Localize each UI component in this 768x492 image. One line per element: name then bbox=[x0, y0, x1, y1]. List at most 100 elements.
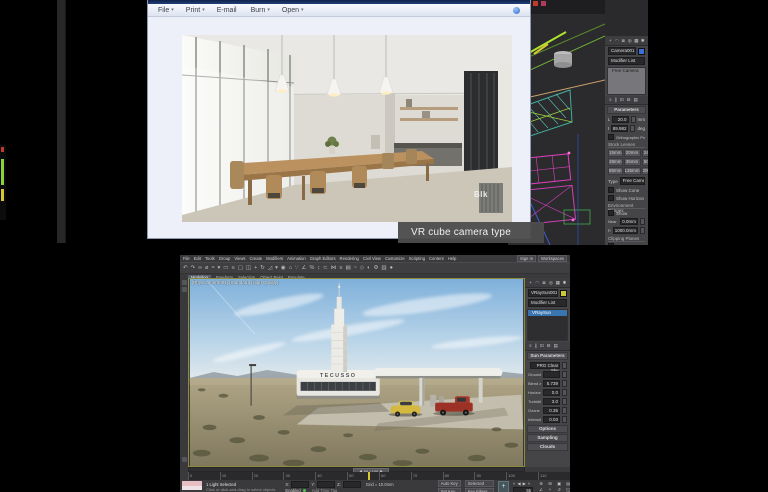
parameter-value[interactable]: 3.0 bbox=[543, 398, 560, 405]
parameter-spinner[interactable] bbox=[562, 362, 567, 369]
undo-icon[interactable]: ↶ bbox=[183, 264, 188, 273]
motion-tab-icon[interactable]: ◎ bbox=[628, 38, 633, 43]
pin-stack-icon[interactable]: ≡ bbox=[529, 343, 532, 349]
material-editor-icon[interactable]: ◐ bbox=[367, 264, 370, 273]
zoom-extents-icon[interactable]: ▣ bbox=[555, 481, 563, 486]
window-control-icon[interactable] bbox=[541, 1, 546, 6]
hierarchy-tab-icon[interactable]: ≣ bbox=[621, 38, 626, 43]
modify-tab-icon[interactable]: ◠ bbox=[615, 38, 620, 43]
ref-coord-dropdown[interactable]: ▾ bbox=[275, 264, 278, 273]
show-cone-checkbox[interactable] bbox=[608, 187, 614, 193]
configure-modifier-sets-icon[interactable]: ▤ bbox=[553, 343, 557, 349]
stock-lenses-grid[interactable]: 15mm20mm24mm 28mm35mm50mm 85mm135mm200mm bbox=[605, 148, 648, 176]
stock-lens-button[interactable]: 20mm bbox=[623, 149, 641, 157]
rect-selection-icon[interactable]: ▢ bbox=[238, 264, 243, 273]
parameter-spinner[interactable] bbox=[562, 380, 567, 387]
y-field[interactable] bbox=[317, 481, 336, 488]
utilities-tab-icon[interactable]: ✱ bbox=[562, 280, 567, 285]
viewer-menu-item[interactable]: File ▾ bbox=[158, 7, 174, 14]
menu-item[interactable]: Modifiers bbox=[266, 256, 283, 261]
clip-manually-checkbox[interactable] bbox=[608, 243, 614, 245]
modifier-list-dropdown[interactable]: Modifier List bbox=[608, 57, 645, 65]
z-field[interactable] bbox=[342, 481, 361, 488]
create-key-button[interactable]: + bbox=[498, 481, 509, 492]
remove-modifier-icon[interactable]: ⊟ bbox=[627, 97, 631, 103]
go-to-end-icon[interactable]: » bbox=[528, 481, 530, 486]
make-unique-icon[interactable]: ⊡ bbox=[540, 343, 544, 349]
menu-item[interactable]: Customize bbox=[385, 256, 405, 261]
menu-item[interactable]: File bbox=[183, 256, 190, 261]
menu-item[interactable]: Rendering bbox=[340, 256, 359, 261]
parameter-value[interactable]: PRG Clear Sky bbox=[530, 362, 561, 373]
pin-stack-icon[interactable]: ≡ bbox=[609, 97, 612, 103]
stock-lens-button[interactable]: 35mm bbox=[623, 158, 641, 166]
scene-explorer-icon[interactable]: ▤ bbox=[345, 264, 350, 273]
curve-editor-icon[interactable]: ~ bbox=[354, 264, 357, 273]
orthographic-checkbox[interactable] bbox=[608, 134, 614, 140]
use-pivot-icon[interactable]: ◉ bbox=[281, 264, 286, 273]
parameter-value[interactable]: 0.03 bbox=[543, 416, 560, 423]
redo-icon[interactable]: ↷ bbox=[191, 264, 196, 273]
window-crossing-icon[interactable]: ◫ bbox=[246, 264, 251, 273]
parameter-spinner[interactable] bbox=[562, 416, 567, 423]
object-color-swatch[interactable] bbox=[638, 47, 645, 55]
selected-filter-dropdown[interactable]: Selected bbox=[464, 479, 494, 487]
object-name-field[interactable]: Camera001 bbox=[608, 47, 636, 55]
viewport-label[interactable]: [PhysCamera001] [Standard] [High Quality… bbox=[192, 280, 278, 285]
workspace-dropdown[interactable]: Workspaces bbox=[538, 255, 567, 262]
snap-toggle-icon[interactable]: ∵ bbox=[295, 264, 299, 273]
remove-modifier-icon[interactable]: ⊟ bbox=[547, 343, 551, 349]
menu-item[interactable]: Views bbox=[234, 256, 245, 261]
modifier-list-dropdown[interactable]: Modifier List bbox=[528, 299, 567, 307]
select-place-icon[interactable]: ⌂ bbox=[289, 264, 292, 273]
show-end-result-icon[interactable]: ∥ bbox=[615, 97, 617, 103]
menu-item[interactable]: Graph Editors bbox=[310, 256, 336, 261]
select-rotate-icon[interactable]: ↻ bbox=[260, 264, 265, 273]
lens-value[interactable]: 20.0 bbox=[611, 116, 629, 123]
parameter-spinner[interactable] bbox=[562, 407, 567, 414]
viewer-menu-item[interactable]: Open ▾ bbox=[282, 7, 304, 14]
zoom-all-icon[interactable]: ⊞ bbox=[546, 481, 554, 486]
select-by-name-icon[interactable]: ≡ bbox=[231, 264, 234, 273]
auto-key-button[interactable]: Auto Key bbox=[437, 479, 461, 487]
parameter-value[interactable]: 5.739 bbox=[543, 380, 560, 387]
create-tab-icon[interactable]: + bbox=[608, 38, 613, 43]
viewer-menu-item[interactable]: Print ▾ bbox=[186, 7, 205, 14]
object-name-field[interactable]: VRaySun001 bbox=[528, 289, 558, 297]
viewer-menu-item[interactable]: Burn ▾ bbox=[251, 7, 270, 14]
x-field[interactable] bbox=[291, 481, 310, 488]
configure-modifier-sets-icon[interactable]: ▤ bbox=[633, 97, 637, 103]
play-icon[interactable]: ▶ bbox=[523, 481, 526, 486]
render-setup-icon[interactable]: ⚙ bbox=[373, 264, 378, 273]
add-time-tag[interactable]: Add Time Tag bbox=[312, 488, 338, 492]
spinner-snap-icon[interactable]: ↕ bbox=[317, 264, 320, 273]
collapsed-rollout[interactable]: Options bbox=[527, 425, 568, 433]
stock-lens-button[interactable]: 85mm bbox=[608, 167, 623, 175]
maximize-viewport-icon[interactable]: ◱ bbox=[564, 487, 570, 492]
display-tab-icon[interactable]: ▦ bbox=[634, 38, 639, 43]
create-tab-icon[interactable]: + bbox=[528, 280, 533, 285]
hierarchy-tab-icon[interactable]: ≣ bbox=[542, 280, 547, 285]
render-icon[interactable]: ● bbox=[390, 264, 393, 273]
far-range-value[interactable]: 1000.0mm bbox=[612, 227, 638, 234]
parameter-value[interactable] bbox=[543, 371, 560, 378]
near-range-spinner[interactable] bbox=[640, 218, 645, 225]
fov-value[interactable]: 89.982 bbox=[610, 125, 629, 132]
select-object-icon[interactable]: ▭ bbox=[223, 264, 228, 273]
menu-item[interactable]: Civil View bbox=[363, 256, 381, 261]
collapsed-rollout[interactable]: Clouds bbox=[527, 443, 568, 451]
percent-snap-icon[interactable]: % bbox=[309, 264, 314, 273]
go-to-start-icon[interactable]: « bbox=[513, 481, 515, 486]
command-panel-tabs[interactable]: + ◠ ≣ ◎ ▦ ✱ bbox=[605, 36, 648, 46]
prev-frame-icon[interactable]: ◀ bbox=[517, 481, 520, 486]
far-range-spinner[interactable] bbox=[640, 227, 645, 234]
stack-item[interactable]: Free Camera bbox=[608, 68, 645, 74]
make-unique-icon[interactable]: ⊡ bbox=[620, 97, 624, 103]
stock-lens-button[interactable]: 200mm bbox=[641, 167, 648, 175]
pan-icon[interactable]: + bbox=[546, 487, 554, 492]
orbit-icon[interactable]: ↺ bbox=[555, 487, 563, 492]
motion-tab-icon[interactable]: ◎ bbox=[548, 280, 553, 285]
fov-spinner[interactable] bbox=[630, 125, 636, 132]
current-frame-marker[interactable] bbox=[368, 472, 370, 480]
menu-item[interactable]: Edit bbox=[194, 256, 201, 261]
